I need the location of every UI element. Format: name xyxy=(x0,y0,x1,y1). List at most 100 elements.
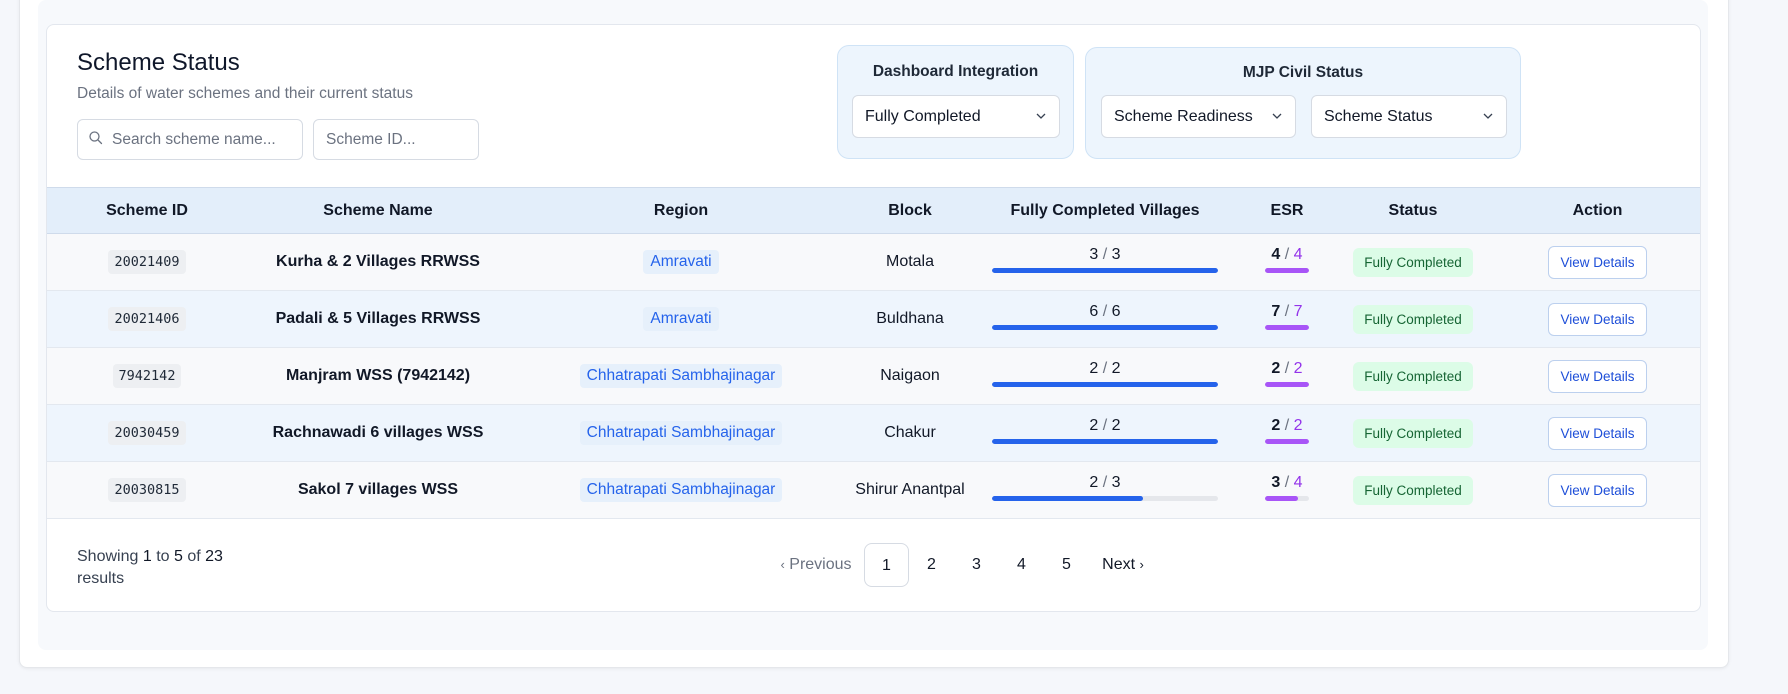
chevron-left-icon: ‹ xyxy=(780,557,785,572)
cell-scheme-name: Rachnawadi 6 villages WSS xyxy=(247,404,509,462)
schemes-table: Scheme ID Scheme Name Region Block Fully… xyxy=(47,187,1700,519)
cell-esr: 3 / 4 xyxy=(1243,461,1331,519)
header-status: Status xyxy=(1331,187,1495,234)
scheme-id-code: 20021409 xyxy=(108,250,186,274)
view-details-button[interactable]: View Details xyxy=(1548,359,1647,393)
cell-scheme-name: Padali & 5 Villages RRWSS xyxy=(247,290,509,348)
cell-villages: 2 / 3 xyxy=(967,461,1243,519)
scheme-name: Rachnawadi 6 villages WSS xyxy=(272,424,484,441)
next-page-button[interactable]: Next › xyxy=(1095,543,1151,587)
cell-scheme-name: Manjram WSS (7942142) xyxy=(247,347,509,405)
villages-done: 6 xyxy=(1089,303,1099,320)
esr-progress-bar xyxy=(1265,439,1309,444)
cell-villages: 2 / 2 xyxy=(967,404,1243,462)
cell-scheme-name: Sakol 7 villages WSS xyxy=(247,461,509,519)
villages-done: 2 xyxy=(1089,474,1099,491)
villages-progress: 6 / 6 xyxy=(992,303,1218,330)
esr-progress-fill xyxy=(1265,382,1309,387)
cell-block: Buldhana xyxy=(853,290,967,348)
scheme-search-input[interactable] xyxy=(78,120,302,159)
dashboard-integration-panel: Dashboard Integration Fully Completed xyxy=(837,45,1074,159)
header-block: Block xyxy=(853,187,967,234)
villages-progress-fill xyxy=(992,325,1218,330)
villages-progress-fill xyxy=(992,439,1218,444)
page-button-3[interactable]: 3 xyxy=(954,543,999,587)
cell-action: View Details xyxy=(1495,461,1700,519)
cell-esr: 4 / 4 xyxy=(1243,233,1331,291)
view-details-button[interactable]: View Details xyxy=(1548,245,1647,279)
cell-status: Fully Completed xyxy=(1331,233,1495,291)
villages-progress-bar xyxy=(992,496,1218,501)
mjp-civil-status-title: MJP Civil Status xyxy=(1242,64,1364,81)
dashboard-integration-select[interactable]: Fully Completed xyxy=(852,95,1060,138)
cell-scheme-name: Kurha & 2 Villages RRWSS xyxy=(247,233,509,291)
villages-progress-fill xyxy=(992,268,1218,273)
esr-total: 2 xyxy=(1293,417,1303,434)
table-row: 20030815 Sakol 7 villages WSS Chhatrapati … xyxy=(47,461,1700,519)
header-scheme-id: Scheme ID xyxy=(47,187,247,234)
scheme-status-select[interactable]: Scheme Status xyxy=(1311,95,1507,138)
page-button-4[interactable]: 4 xyxy=(999,543,1044,587)
view-details-button[interactable]: View Details xyxy=(1548,416,1647,450)
esr-progress-bar xyxy=(1265,325,1309,330)
scheme-id-input[interactable] xyxy=(314,120,478,159)
cell-status: Fully Completed xyxy=(1331,347,1495,405)
scheme-name: Manjram WSS (7942142) xyxy=(285,367,471,384)
dashboard-integration-value: Fully Completed xyxy=(865,108,981,125)
esr-progress-fill xyxy=(1265,439,1309,444)
cell-block: Chakur xyxy=(853,404,967,462)
table-row: 20021409 Kurha & 2 Villages RRWSS Amravati… xyxy=(47,233,1700,291)
scheme-id-code: 7942142 xyxy=(112,364,182,388)
scheme-readiness-select[interactable]: Scheme Readiness xyxy=(1101,95,1296,138)
previous-page-button[interactable]: ‹ Previous xyxy=(774,543,858,587)
villages-total: 3 xyxy=(1111,474,1121,491)
block-name: Naigaon xyxy=(880,367,940,384)
esr-total: 4 xyxy=(1293,474,1303,491)
cell-scheme-id: 7942142 xyxy=(47,347,247,405)
cell-villages: 3 / 3 xyxy=(967,233,1243,291)
scheme-name: Kurha & 2 Villages RRWSS xyxy=(276,253,480,270)
cell-action: View Details xyxy=(1495,290,1700,348)
status-badge: Fully Completed xyxy=(1353,475,1473,505)
villages-progress: 3 / 3 xyxy=(992,246,1218,273)
page-button-5[interactable]: 5 xyxy=(1044,543,1089,587)
cell-action: View Details xyxy=(1495,233,1700,291)
villages-total: 3 xyxy=(1111,246,1121,263)
esr-progress: 7 / 7 xyxy=(1265,303,1309,330)
esr-done: 7 xyxy=(1271,303,1281,320)
villages-done: 2 xyxy=(1089,417,1099,434)
page-button-2[interactable]: 2 xyxy=(909,543,954,587)
block-name: Shirur Anantpal xyxy=(855,481,965,498)
cell-region: Amravati xyxy=(509,290,853,348)
esr-total: 2 xyxy=(1293,360,1303,377)
mjp-civil-status-panel: MJP Civil Status Scheme Readiness Scheme… xyxy=(1085,47,1521,159)
villages-progress: 2 / 3 xyxy=(992,474,1218,501)
scheme-id-box[interactable] xyxy=(313,119,479,160)
page-button-1[interactable]: 1 xyxy=(864,543,909,587)
scheme-search-box[interactable] xyxy=(77,119,303,160)
esr-progress-fill xyxy=(1265,325,1309,330)
table-row: 20021406 Padali & 5 Villages RRWSS Amravat… xyxy=(47,290,1700,348)
card-title: Scheme Status xyxy=(77,49,240,76)
region-tag: Amravati xyxy=(643,307,719,331)
esr-progress-bar xyxy=(1265,382,1309,387)
villages-progress-fill xyxy=(992,382,1218,387)
header-scheme-name: Scheme Name xyxy=(247,187,509,234)
villages-done: 2 xyxy=(1089,360,1099,377)
view-details-button[interactable]: View Details xyxy=(1548,302,1647,336)
status-badge: Fully Completed xyxy=(1353,361,1473,391)
status-badge: Fully Completed xyxy=(1353,304,1473,334)
cell-villages: 6 / 6 xyxy=(967,290,1243,348)
cell-action: View Details xyxy=(1495,347,1700,405)
cell-block: Motala xyxy=(853,233,967,291)
cell-scheme-id: 20021409 xyxy=(47,233,247,291)
dashboard-integration-title: Dashboard Integration xyxy=(872,63,1039,80)
scheme-id-code: 20030459 xyxy=(108,421,186,445)
view-details-button[interactable]: View Details xyxy=(1548,473,1647,507)
block-name: Buldhana xyxy=(876,310,944,327)
esr-done: 2 xyxy=(1271,417,1281,434)
esr-progress: 3 / 4 xyxy=(1265,474,1309,501)
esr-progress-fill xyxy=(1265,496,1298,501)
chevron-down-icon xyxy=(1272,113,1282,119)
chevron-right-icon: › xyxy=(1139,557,1144,572)
